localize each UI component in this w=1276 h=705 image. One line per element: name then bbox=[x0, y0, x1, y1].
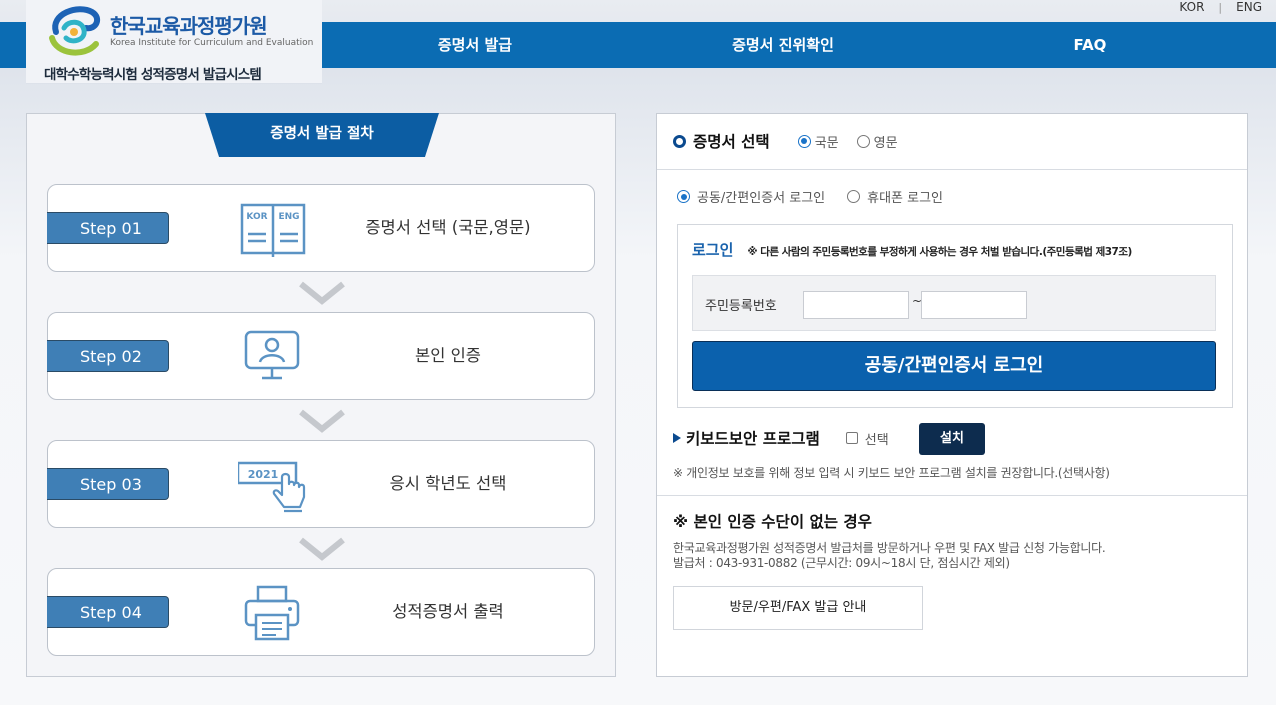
chevron-down-icon bbox=[299, 281, 345, 305]
login-method-label: 공동/간편인증서 로그인 bbox=[697, 191, 826, 206]
cert-option-korean[interactable]: 국문 bbox=[797, 132, 839, 151]
book-icon: KOR ENG bbox=[240, 203, 306, 257]
keyboard-security-note: ※ 개인정보 보호를 위해 정보 입력 시 키보드 보안 프로그램 설치를 권장… bbox=[673, 466, 1110, 480]
step-badge: Step 03 bbox=[47, 468, 169, 500]
keyboard-security-row: 키보드보안 프로그램 선택 bbox=[673, 427, 889, 449]
step-badge: Step 04 bbox=[47, 596, 169, 628]
login-box: 로그인 ※ 다른 사람의 주민등록번호를 부정하게 사용하는 경우 처벌 받습니… bbox=[677, 224, 1233, 408]
checkbox-label: 선택 bbox=[864, 432, 889, 448]
login-method-phone[interactable]: 휴대폰 로그인 bbox=[847, 187, 943, 206]
login-method-label: 휴대폰 로그인 bbox=[867, 191, 944, 206]
login-method-certificate[interactable]: 공동/간편인증서 로그인 bbox=[677, 187, 825, 206]
step-description: 본인 인증 bbox=[415, 346, 481, 365]
icon-label-kor: KOR bbox=[246, 212, 267, 222]
step-description: 성적증명서 출력 bbox=[392, 602, 504, 621]
login-header: 로그인 ※ 다른 사람의 주민등록번호를 부정하게 사용하는 경우 처벌 받습니… bbox=[692, 239, 1132, 260]
no-auth-line-2: 발급처 : 043-931-0882 (근무시간: 09시~18시 단, 점심시… bbox=[673, 556, 1010, 570]
radio-selected-icon[interactable] bbox=[797, 134, 811, 148]
offline-issuance-guide-button[interactable]: 방문/우편/FAX 발급 안내 bbox=[673, 586, 923, 630]
step-badge: Step 01 bbox=[47, 212, 169, 244]
cert-option-label: 영문 bbox=[873, 135, 898, 151]
section-divider bbox=[657, 495, 1247, 496]
keyboard-security-check[interactable]: 선택 bbox=[845, 429, 889, 448]
login-method-row: 공동/간편인증서 로그인 휴대폰 로그인 bbox=[677, 187, 943, 206]
chevron-down-icon bbox=[299, 409, 345, 433]
rrn-label: 주민등록번호 bbox=[705, 299, 777, 314]
certificate-login-panel: 증명서 선택 국문 영문 공동/간편인증서 로그인 휴대폰 로그인 로그인 ※ … bbox=[656, 113, 1248, 677]
cert-option-label: 국문 bbox=[814, 135, 839, 151]
issuance-process-panel: 증명서 발급 절차 Step 01 KOR ENG 증명서 선택 (국문,영문)… bbox=[26, 113, 616, 677]
step-description: 증명서 선택 (국문,영문) bbox=[365, 218, 531, 237]
radio-unselected-icon[interactable] bbox=[847, 190, 861, 203]
chevron-down-icon bbox=[299, 537, 345, 561]
certificate-select-title: 증명서 선택 bbox=[693, 133, 770, 151]
logo-english-name: Korea Institute for Curriculum and Evalu… bbox=[110, 38, 314, 48]
section-divider bbox=[657, 169, 1247, 170]
login-warning: ※ 다른 사람의 주민등록번호를 부정하게 사용하는 경우 처벌 받습니다.(주… bbox=[747, 246, 1132, 258]
year-click-icon: 2021 bbox=[238, 461, 306, 513]
step-description: 응시 학년도 선택 bbox=[389, 474, 507, 493]
lang-eng-link[interactable]: ENG bbox=[1236, 0, 1262, 14]
install-button[interactable]: 설치 bbox=[919, 423, 985, 455]
step-card-01: Step 01 KOR ENG 증명서 선택 (국문,영문) bbox=[47, 184, 595, 272]
no-auth-description: 한국교육과정평가원 성적증명서 발급처를 방문하거나 우편 및 FAX 발급 신… bbox=[673, 541, 1106, 571]
keyboard-security-title: 키보드보안 프로그램 bbox=[686, 430, 820, 448]
no-auth-title: ※ 본인 인증 수단이 없는 경우 bbox=[673, 513, 872, 531]
nav-certificate-issue[interactable]: 증명서 발급 bbox=[390, 22, 560, 68]
icon-year-label: 2021 bbox=[248, 468, 279, 481]
no-auth-line-1: 한국교육과정평가원 성적증명서 발급처를 방문하거나 우편 및 FAX 발급 신… bbox=[673, 541, 1106, 555]
system-title: 대학수학능력시험 성적증명서 발급시스템 bbox=[44, 67, 262, 83]
certificate-select-row: 증명서 선택 국문 영문 bbox=[673, 130, 898, 152]
login-title: 로그인 bbox=[692, 241, 734, 259]
circle-bullet-icon bbox=[673, 134, 686, 148]
kice-logo-icon bbox=[49, 6, 101, 56]
nav-faq[interactable]: FAQ bbox=[1040, 22, 1140, 68]
lang-separator: | bbox=[1218, 0, 1223, 14]
radio-unselected-icon[interactable] bbox=[856, 134, 870, 148]
step-badge: Step 02 bbox=[47, 340, 169, 372]
rrn-input-row: 주민등록번호 ~ bbox=[692, 275, 1216, 331]
lang-kor-link[interactable]: KOR bbox=[1179, 0, 1204, 14]
rrn-first-input[interactable] bbox=[803, 291, 909, 319]
certificate-login-button[interactable]: 공동/간편인증서 로그인 bbox=[692, 341, 1216, 391]
triangle-right-icon bbox=[673, 433, 681, 443]
step-card-03: Step 03 2021 응시 학년도 선택 bbox=[47, 440, 595, 528]
nav-certificate-verify[interactable]: 증명서 진위확인 bbox=[688, 22, 878, 68]
icon-label-eng: ENG bbox=[278, 212, 299, 222]
radio-selected-icon[interactable] bbox=[677, 190, 690, 203]
site-logo[interactable]: 한국교육과정평가원 Korea Institute for Curriculum… bbox=[26, 0, 322, 84]
monitor-user-icon bbox=[244, 330, 300, 380]
printer-icon bbox=[244, 585, 300, 641]
cert-option-english[interactable]: 영문 bbox=[856, 132, 898, 151]
process-title-tab: 증명서 발급 절차 bbox=[205, 113, 439, 157]
rrn-second-input[interactable] bbox=[921, 291, 1027, 319]
step-card-04: Step 04 성적증명서 출력 bbox=[47, 568, 595, 656]
language-switch: KOR | ENG bbox=[1179, 0, 1262, 14]
checkbox-icon[interactable] bbox=[845, 432, 858, 444]
logo-korean-name: 한국교육과정평가원 bbox=[110, 14, 268, 38]
step-card-02: Step 02 본인 인증 bbox=[47, 312, 595, 400]
